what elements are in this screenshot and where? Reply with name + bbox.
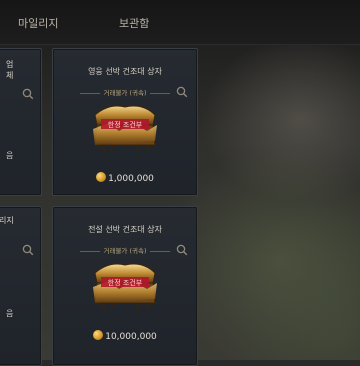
item-subtitle-text: 거래불가 (귀속) — [103, 247, 147, 255]
left-card-tail-text: 음 — [6, 151, 14, 160]
coin-icon — [96, 172, 107, 182]
price: 10,000,000 — [53, 330, 197, 342]
item-subtitle: 거래불가 (귀속) — [53, 87, 197, 97]
left-card-title-line1: 업 — [6, 60, 14, 69]
price-value: 10,000,000 — [105, 332, 157, 342]
chest-stamp: 한정 조건부 — [108, 120, 143, 129]
chest-stamp: 한정 조건부 — [108, 278, 143, 287]
item-card-left-bottom[interactable]: 리지 — [0, 206, 42, 366]
search-icon[interactable] — [21, 87, 35, 101]
item-title: 영웅 선박 건조대 상자 — [88, 67, 162, 76]
left-card-tail-text: 음 — [6, 309, 14, 318]
tab-storage[interactable]: 보관함 — [119, 15, 149, 31]
item-subtitle: 거래불가 (귀속) — [53, 245, 197, 255]
price: 1,000,000 — [53, 172, 197, 184]
search-icon[interactable] — [21, 243, 35, 257]
price-value: 1,000,000 — [108, 174, 154, 184]
item-subtitle-text: 거래불가 (귀속) — [103, 89, 147, 97]
chest-icon: 한정 조건부 — [93, 105, 157, 152]
tab-bar: 마일리지 보관함 — [0, 0, 360, 45]
tab-mileage[interactable]: 마일리지 — [18, 15, 58, 31]
left-card-title: 리지 — [0, 216, 14, 225]
item-title: 전설 선박 건조대 상자 — [88, 225, 162, 234]
chest-icon: 한정 조건부 — [93, 263, 157, 310]
left-card-title-line2: 체 — [6, 71, 14, 80]
item-card-legendary-ship-box[interactable]: 전설 선박 건조대 상자 거래불가 (귀속) 한정 조건부 10,000,000 — [52, 206, 198, 366]
coin-icon — [93, 330, 104, 340]
item-card-heroic-ship-box[interactable]: 영웅 선박 건조대 상자 거래불가 (귀속) 한정 조건부 1,000,000 — [52, 48, 198, 196]
item-card-left-top[interactable]: 업 체 음 — [0, 48, 42, 196]
